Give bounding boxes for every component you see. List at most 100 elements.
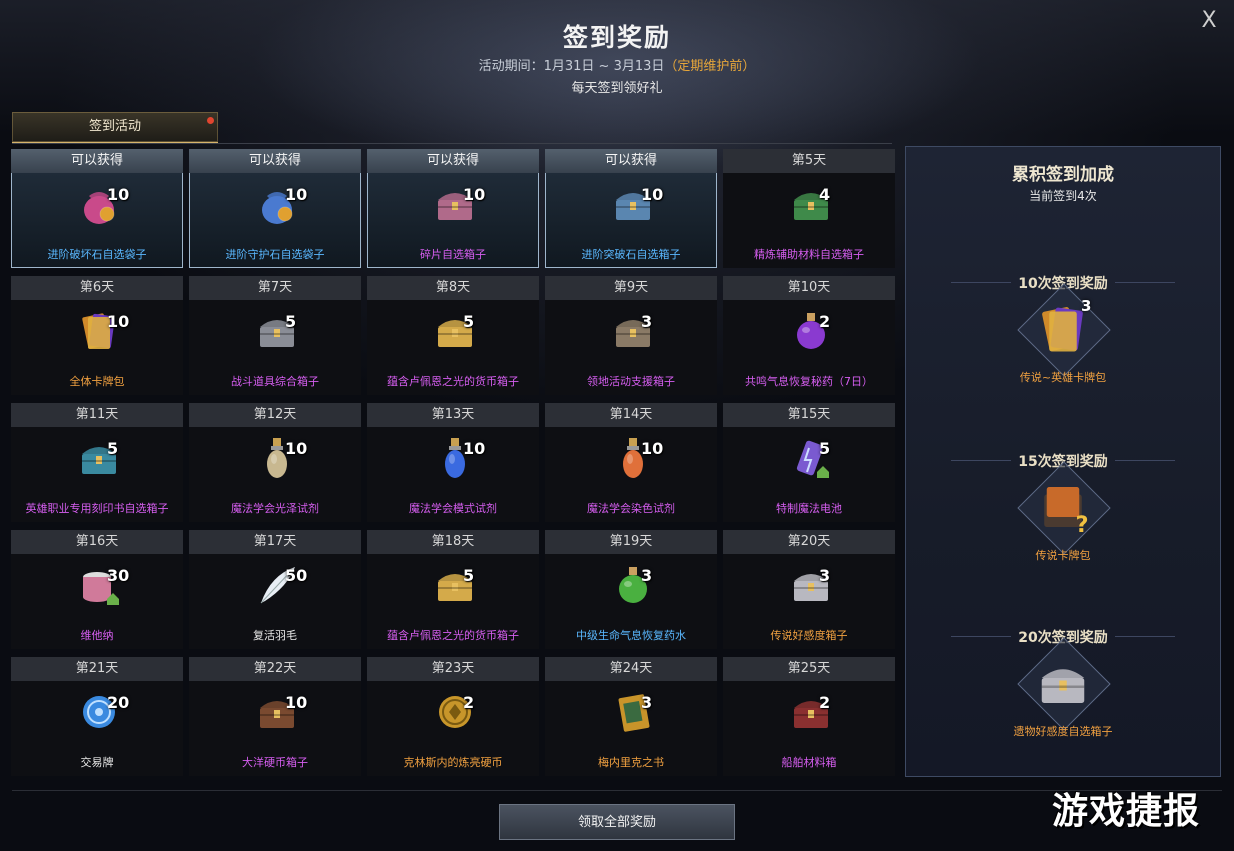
reward-cell: 第17天 50 复活羽毛	[189, 530, 361, 649]
reward-name: 进阶破坏石自选袋子	[47, 248, 147, 261]
bottom-divider	[12, 790, 1222, 791]
reward-quantity: 4	[819, 185, 831, 204]
milestone-reward: 20次签到奖励遗物好感度自选箱子	[905, 627, 1221, 777]
reward-day-label: 第11天	[11, 403, 183, 427]
reward-name: 船舶材料箱	[781, 756, 837, 769]
milestone-reward-name: 遗物好感度自选箱子	[1013, 725, 1113, 738]
reward-name: 特制魔法电池	[776, 502, 842, 515]
reward-cell: 第14天 10 魔法学会染色试剂	[545, 403, 717, 522]
reward-day-label: 第14天	[545, 403, 717, 427]
period-range: 1月31日 ~ 3月13日	[543, 59, 665, 74]
reward-cell: 第7天 5 战斗道具综合箱子	[189, 276, 361, 395]
reward-quantity: 3	[641, 693, 653, 712]
reward-quantity: 2	[463, 693, 475, 712]
reward-quantity: 10	[285, 439, 308, 458]
reward-name: 蕴含卢佩恩之光的货币箱子	[387, 375, 519, 388]
event-period: 活动期间：1月31日 ~ 3月13日（定期维护前）	[0, 55, 1234, 74]
divider	[12, 143, 892, 144]
reward-name: 复活羽毛	[253, 629, 297, 642]
reward-name: 中级生命气息恢复药水	[576, 629, 686, 642]
reward-day-label: 第10天	[723, 276, 895, 300]
side-subtitle: 当前签到4次	[1029, 189, 1097, 203]
reward-quantity: 5	[285, 312, 297, 331]
reward-day-label: 第21天	[11, 657, 183, 681]
reward-day-label: 第23天	[367, 657, 539, 681]
reward-name: 魔法学会光泽试剂	[231, 502, 319, 515]
reward-day-label: 第18天	[367, 530, 539, 554]
reward-name: 蕴含卢佩恩之光的货币箱子	[387, 629, 519, 642]
reward-name: 战斗道具综合箱子	[231, 375, 319, 388]
reward-cell: 第8天 5 蕴含卢佩恩之光的货币箱子	[367, 276, 539, 395]
reward-day-label: 可以获得	[189, 149, 361, 173]
reward-name: 全体卡牌包	[69, 375, 125, 388]
close-icon[interactable]: X	[1196, 8, 1222, 34]
milestone-reward-name: 传说~英雄卡牌包	[1019, 371, 1107, 384]
reward-day-label: 第24天	[545, 657, 717, 681]
card-pack-mystery-icon: ?	[1033, 474, 1093, 540]
reward-cell: 第18天 5 蕴含卢佩恩之光的货币箱子	[367, 530, 539, 649]
reward-quantity: 10	[107, 312, 130, 331]
reward-cell: 第16天 30 维他纳	[11, 530, 183, 649]
reward-name: 进阶突破石自选箱子	[581, 248, 681, 261]
cumulative-bonus-panel: 累积签到加成 当前签到4次 10次签到奖励3传说~英雄卡牌包15次签到奖励?传说…	[905, 146, 1221, 777]
reward-quantity: 20	[107, 693, 130, 712]
milestone-reward-name: 传说卡牌包	[1035, 549, 1091, 562]
reward-cell: 第25天 2 船舶材料箱	[723, 657, 895, 776]
reward-cell[interactable]: 可以获得 10 进阶破坏石自选袋子	[11, 149, 183, 268]
reward-cell: 第20天 3 传说好感度箱子	[723, 530, 895, 649]
reward-cell: 第19天 3 中级生命气息恢复药水	[545, 530, 717, 649]
reward-quantity: 3	[641, 312, 653, 331]
reward-grid: 可以获得 10 进阶破坏石自选袋子 可以获得 10 进阶守护石自选袋子 可以获得 10 碎片自选…	[11, 149, 897, 777]
reward-quantity: 5	[463, 312, 475, 331]
reward-name: 精炼辅助材料自选箱子	[754, 248, 864, 261]
reward-quantity: 10	[641, 185, 664, 204]
reward-day-label: 第5天	[723, 149, 895, 173]
reward-day-label: 第25天	[723, 657, 895, 681]
reward-cell: 第22天 10 大洋硬币箱子	[189, 657, 361, 776]
reward-name: 梅内里克之书	[598, 756, 664, 769]
tab-label: 签到活动	[88, 119, 141, 134]
reward-quantity: 5	[107, 439, 119, 458]
milestone-reward: 10次签到奖励3传说~英雄卡牌包	[905, 273, 1221, 423]
reward-name: 碎片自选箱子	[420, 248, 486, 261]
reward-day-label: 第22天	[189, 657, 361, 681]
reward-cell: 第15天 5 特制魔法电池	[723, 403, 895, 522]
period-prefix: 活动期间：	[478, 59, 544, 74]
reward-quantity: 10	[285, 693, 308, 712]
reward-day-label: 第20天	[723, 530, 895, 554]
reward-cell[interactable]: 可以获得 10 进阶突破石自选箱子	[545, 149, 717, 268]
reward-day-label: 第6天	[11, 276, 183, 300]
svg-text:?: ?	[1076, 512, 1089, 538]
reward-quantity: 50	[285, 566, 308, 585]
reward-name: 英雄职业专用刻印书自选箱子	[25, 502, 169, 515]
claim-all-button[interactable]: 领取全部奖励	[499, 804, 735, 840]
side-title: 累积签到加成	[1012, 165, 1114, 185]
reward-cell: 第11天 5 英雄职业专用刻印书自选箱子	[11, 403, 183, 522]
reward-cell[interactable]: 可以获得 10 进阶守护石自选袋子	[189, 149, 361, 268]
reward-name: 进阶守护石自选袋子	[225, 248, 325, 261]
reward-cell[interactable]: 可以获得 10 碎片自选箱子	[367, 149, 539, 268]
reward-day-label: 第13天	[367, 403, 539, 427]
reward-quantity: 5	[819, 439, 831, 458]
reward-day-label: 第15天	[723, 403, 895, 427]
reward-name: 魔法学会模式试剂	[409, 502, 497, 515]
reward-quantity: 3	[819, 566, 831, 585]
reward-name: 交易牌	[80, 756, 114, 769]
reward-cell: 第6天 10 全体卡牌包	[11, 276, 183, 395]
reward-quantity: 3	[641, 566, 653, 585]
chest-icon	[1033, 650, 1093, 716]
page-title: 签到奖励	[562, 23, 671, 52]
reward-day-label: 第16天	[11, 530, 183, 554]
reward-day-label: 第19天	[545, 530, 717, 554]
tab-checkin-event[interactable]: 签到活动	[12, 112, 218, 144]
reward-cell: 第5天 4 精炼辅助材料自选箱子	[723, 149, 895, 268]
reward-name: 魔法学会染色试剂	[587, 502, 675, 515]
reward-quantity: 30	[107, 566, 130, 585]
reward-cell: 第12天 10 魔法学会光泽试剂	[189, 403, 361, 522]
reward-cell: 第13天 10 魔法学会模式试剂	[367, 403, 539, 522]
reward-cell: 第21天 20 交易牌	[11, 657, 183, 776]
daily-text: 每天签到领好礼	[571, 81, 663, 96]
reward-day-label: 第17天	[189, 530, 361, 554]
milestone-reward: 15次签到奖励?传说卡牌包	[905, 451, 1221, 601]
reward-name: 克林斯内的炼亮硬币	[403, 756, 503, 769]
